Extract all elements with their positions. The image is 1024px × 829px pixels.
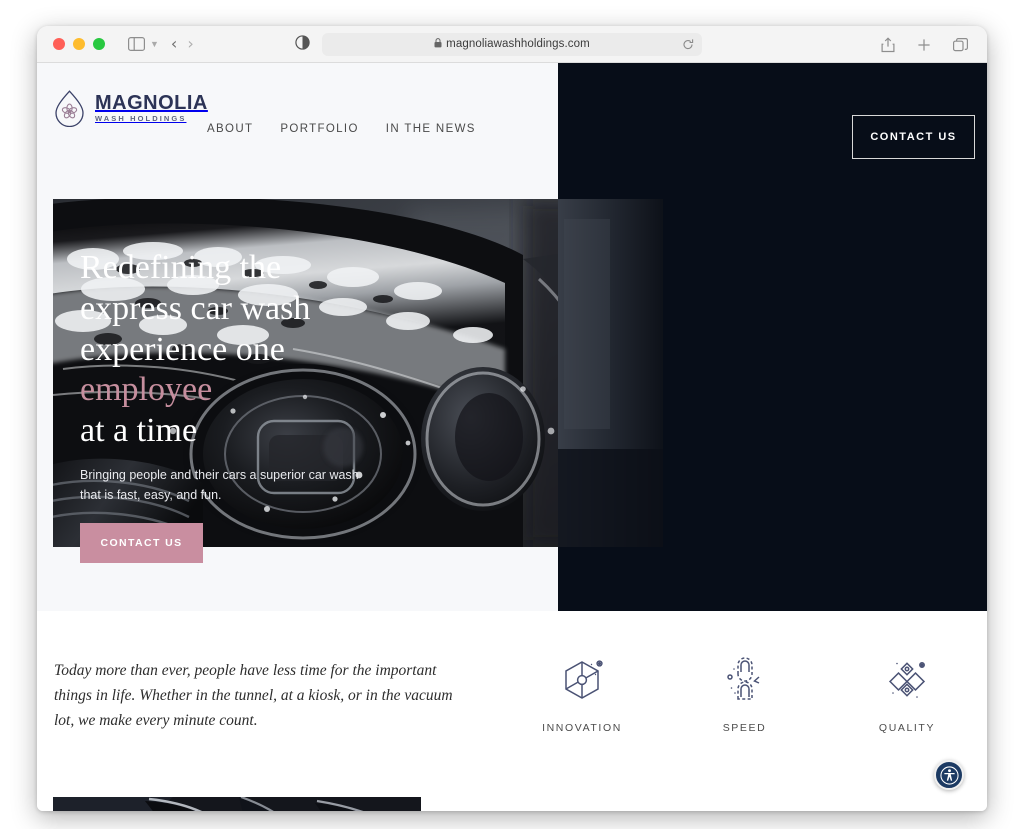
zoom-window-button[interactable] (93, 38, 105, 50)
hexagon-node-icon (556, 653, 608, 709)
browser-window: ▼ ‹ › magnoliawashholdings.com Redefinin… (37, 26, 987, 811)
plus-icon[interactable] (911, 33, 937, 57)
minimize-window-button[interactable] (73, 38, 85, 50)
navigation-arrows: ‹ › (171, 36, 194, 52)
feature-label-speed: SPEED (722, 722, 767, 734)
sidebar-controls: ▼ (123, 32, 159, 56)
header-contact-us-button[interactable]: CONTACT US (852, 115, 975, 159)
brand-tagline: WASH HOLDINGS (95, 114, 187, 124)
site-header: MAGNOLIA WASH HOLDINGS ABOUT PORTFOLIO I… (37, 63, 987, 170)
hero-headline-line-1: Redefining the (80, 249, 282, 286)
tab-overview-icon[interactable] (947, 33, 973, 57)
hero-copy: Redefining the express car wash experien… (80, 248, 440, 563)
feature-speed: SPEED (680, 653, 810, 734)
nav-item-portfolio[interactable]: PORTFOLIO (280, 123, 358, 135)
brand-logo-link[interactable]: MAGNOLIA WASH HOLDINGS (53, 89, 208, 128)
address-bar[interactable]: magnoliawashholdings.com (322, 33, 702, 56)
toolbar-right-actions (875, 26, 973, 63)
hero-headline-line-2: express car wash (80, 289, 311, 327)
accessibility-icon[interactable] (934, 760, 964, 790)
nav-item-in-the-news[interactable]: IN THE NEWS (386, 123, 476, 135)
brand-text: MAGNOLIA WASH HOLDINGS (95, 93, 208, 123)
privacy-shield-icon[interactable] (295, 35, 310, 55)
hero-subtitle: Bringing people and their cars a superio… (80, 467, 359, 502)
forward-button[interactable]: › (187, 36, 193, 52)
url-text: magnoliawashholdings.com (434, 38, 590, 51)
browser-toolbar: ▼ ‹ › magnoliawashholdings.com (37, 26, 987, 63)
intro-section: Today more than ever, people have less t… (37, 611, 987, 775)
lock-icon (434, 38, 442, 51)
hero-headline-line-4: at a time (80, 412, 198, 450)
close-window-button[interactable] (53, 38, 65, 50)
main-navigation: ABOUT PORTFOLIO IN THE NEWS (207, 123, 476, 135)
web-page-content: Redefining the express car wash experien… (37, 63, 987, 811)
desktop-background: ▼ ‹ › magnoliawashholdings.com Redefinin… (0, 0, 1024, 829)
intro-paragraph: Today more than ever, people have less t… (54, 662, 453, 730)
droplet-flower-logo (53, 89, 86, 128)
lower-car-image (53, 797, 421, 811)
hero-contact-us-button[interactable]: CONTACT US (80, 522, 203, 563)
dashed-arches-icon (719, 653, 771, 709)
feature-innovation: INNOVATION (517, 653, 647, 734)
four-diamonds-icon (881, 653, 933, 709)
hero-headline-accent: employee (80, 371, 213, 409)
back-button[interactable]: ‹ (171, 36, 177, 52)
window-controls (37, 38, 105, 50)
feature-label-quality: QUALITY (878, 722, 936, 734)
hero-image-overlap (558, 199, 663, 547)
share-icon[interactable] (875, 33, 901, 57)
sidebar-icon[interactable] (123, 32, 149, 56)
brand-name: MAGNOLIA (95, 92, 208, 115)
nav-item-about[interactable]: ABOUT (207, 123, 253, 135)
url-host: magnoliawashholdings.com (446, 38, 590, 50)
chevron-down-icon[interactable]: ▼ (150, 39, 159, 49)
hero-section: Redefining the express car wash experien… (37, 170, 987, 611)
hero-headline: Redefining the express car wash experien… (80, 248, 440, 452)
feature-list: INNOVATION SPEED QUALITY (517, 653, 972, 734)
hero-headline-line-3: experience one (80, 330, 285, 368)
feature-label-innovation: INNOVATION (542, 722, 622, 734)
feature-quality: QUALITY (842, 653, 972, 734)
reload-icon[interactable] (682, 38, 694, 56)
